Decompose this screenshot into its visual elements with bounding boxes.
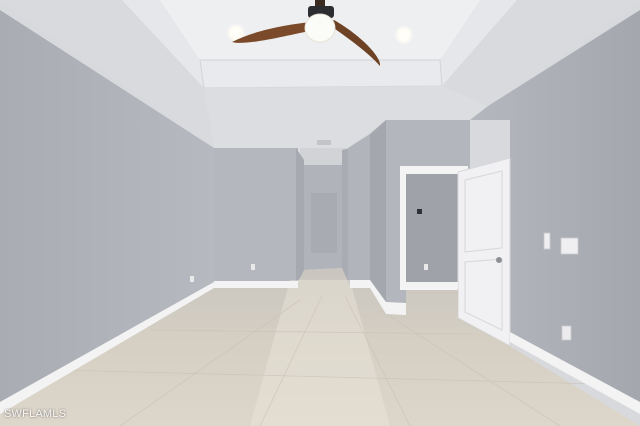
back-wall-center xyxy=(348,134,370,286)
hallway-ceiling xyxy=(300,148,346,166)
room-photo xyxy=(0,0,640,426)
hallway-end-doorway xyxy=(311,193,337,253)
tray-trim xyxy=(199,59,443,89)
watermark-text: SWFLAMLS xyxy=(4,408,67,420)
hall-left-wall xyxy=(296,148,304,284)
thermostat-icon xyxy=(417,209,422,214)
outlet-icon xyxy=(424,264,428,270)
closet-interior xyxy=(406,174,460,288)
ceiling-vent xyxy=(317,140,331,145)
recessed-light-icon xyxy=(394,25,414,45)
outlet-icon xyxy=(190,276,194,282)
door-knob-icon[interactable] xyxy=(496,257,502,263)
baseboard-closet xyxy=(406,282,458,288)
baseboard-back xyxy=(214,281,298,288)
outlet-icon xyxy=(560,237,579,255)
column-left-face xyxy=(370,120,386,308)
outlet-icon xyxy=(251,264,255,270)
outlet-icon xyxy=(561,325,572,341)
back-wall-left xyxy=(214,148,298,286)
light-switch-icon[interactable] xyxy=(543,232,551,250)
